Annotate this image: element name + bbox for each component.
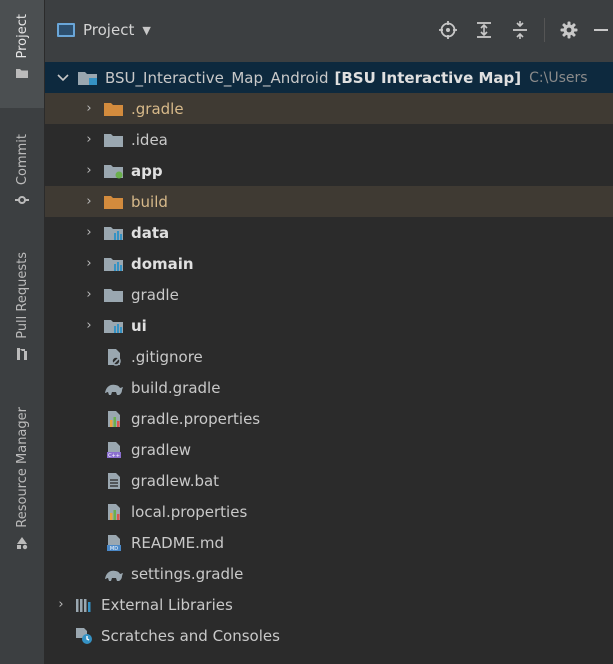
strip-tab-commit-label: Commit <box>14 134 30 186</box>
chevron-right-icon[interactable]: › <box>81 163 97 178</box>
chevron-down-icon[interactable] <box>55 73 71 82</box>
strip-tab-commit[interactable]: Commit <box>0 130 44 220</box>
chevron-right-icon[interactable]: › <box>81 194 97 209</box>
folder-icon <box>103 131 125 149</box>
gradle-file-icon <box>103 565 125 583</box>
tree-item-gradle[interactable]: › gradle <box>45 279 613 310</box>
chevron-right-icon[interactable]: › <box>53 597 69 612</box>
tree-item-scratches[interactable]: Scratches and Consoles <box>45 620 613 651</box>
tree-root[interactable]: BSU_Interactive_Map_Android [BSU Interac… <box>45 62 613 93</box>
gradle-file-icon <box>103 379 125 397</box>
tree-item-gradlew-bat[interactable]: gradlew.bat <box>45 465 613 496</box>
tree-item-label: Scratches and Consoles <box>101 626 280 645</box>
resource-manager-icon <box>17 536 28 549</box>
project-tree: BSU_Interactive_Map_Android [BSU Interac… <box>45 62 613 664</box>
chevron-right-icon[interactable]: › <box>81 287 97 302</box>
properties-file-icon <box>103 410 125 428</box>
text-file-icon <box>103 472 125 490</box>
strip-tab-project[interactable]: Project <box>0 0 44 108</box>
chevron-right-icon[interactable]: › <box>81 225 97 240</box>
tree-item-label: data <box>131 223 170 242</box>
chevron-right-icon[interactable]: › <box>81 101 97 116</box>
shell-file-icon: C++ <box>103 441 125 459</box>
tree-item-label: app <box>131 161 163 180</box>
tree-item-label: build <box>131 192 168 211</box>
excluded-folder-icon <box>103 100 125 118</box>
tree-item-data[interactable]: › data <box>45 217 613 248</box>
view-title: Project <box>83 21 135 39</box>
tree-item-settings-gradle[interactable]: settings.gradle <box>45 558 613 589</box>
project-name: BSU_Interactive_Map_Android <box>105 68 329 87</box>
svg-text:C++: C++ <box>108 453 120 459</box>
pull-request-icon <box>17 347 27 360</box>
scratches-icon <box>73 627 95 645</box>
strip-tab-pull-requests[interactable]: Pull Requests <box>0 250 44 380</box>
tree-item-label: gradlew <box>131 440 192 459</box>
tree-item-build-gradle[interactable]: build.gradle <box>45 372 613 403</box>
tree-item-label: .gitignore <box>131 347 203 366</box>
library-module-icon <box>103 317 125 335</box>
chevron-down-icon: ▼ <box>142 23 151 37</box>
tree-item-label: .gradle <box>131 99 184 118</box>
toolbar-separator <box>544 18 545 42</box>
tree-item-dot-gradle[interactable]: › .gradle <box>45 93 613 124</box>
tool-window-icon <box>57 23 75 37</box>
gear-icon[interactable] <box>557 18 581 42</box>
library-module-icon <box>103 224 125 242</box>
module-folder-icon <box>77 69 99 87</box>
app-module-icon <box>103 162 125 180</box>
tree-item-local-properties[interactable]: local.properties <box>45 496 613 527</box>
library-module-icon <box>103 255 125 273</box>
project-module-name: [BSU Interactive Map] <box>334 68 522 87</box>
chevron-right-icon[interactable]: › <box>81 318 97 333</box>
tree-item-label: domain <box>131 254 194 273</box>
excluded-folder-icon <box>103 193 125 211</box>
gitignore-file-icon <box>103 348 125 366</box>
libraries-icon <box>73 596 95 614</box>
tree-item-label: ui <box>131 316 147 335</box>
tree-item-domain[interactable]: › domain <box>45 248 613 279</box>
tree-item-idea[interactable]: › .idea <box>45 124 613 155</box>
expand-all-icon[interactable] <box>472 18 496 42</box>
strip-tab-pull-requests-label: Pull Requests <box>14 252 30 339</box>
tree-item-gradle-properties[interactable]: gradle.properties <box>45 403 613 434</box>
tree-item-label: build.gradle <box>131 378 221 397</box>
tree-item-app[interactable]: › app <box>45 155 613 186</box>
tree-item-external-libraries[interactable]: › External Libraries <box>45 589 613 620</box>
tree-item-label: .idea <box>131 130 168 149</box>
commit-icon <box>15 196 29 205</box>
tree-item-ui[interactable]: › ui <box>45 310 613 341</box>
chevron-right-icon[interactable]: › <box>81 132 97 147</box>
tree-item-label: README.md <box>131 533 225 552</box>
view-selector[interactable]: Project ▼ <box>57 21 151 39</box>
tree-item-label: External Libraries <box>101 595 233 614</box>
tree-item-label: gradle <box>131 285 179 304</box>
project-toolbar: Project ▼ <box>45 0 613 63</box>
tree-item-label: gradle.properties <box>131 409 261 428</box>
locate-icon[interactable] <box>436 18 460 42</box>
strip-tab-resource-manager[interactable]: Resource Manager <box>0 405 44 580</box>
tree-item-readme[interactable]: MD README.md <box>45 527 613 558</box>
project-path: C:\Users <box>529 69 588 86</box>
folder-icon <box>16 69 28 79</box>
minimize-icon[interactable] <box>589 18 613 42</box>
strip-tab-project-label: Project <box>14 14 30 59</box>
tree-item-gitignore[interactable]: .gitignore <box>45 341 613 372</box>
tool-window-strip: Project Commit Pull Requests Resource Ma… <box>0 0 45 664</box>
strip-tab-resource-manager-label: Resource Manager <box>14 407 30 528</box>
folder-icon <box>103 286 125 304</box>
tree-item-label: settings.gradle <box>131 564 244 583</box>
properties-file-icon <box>103 503 125 521</box>
tree-item-label: local.properties <box>131 502 248 521</box>
chevron-right-icon[interactable]: › <box>81 256 97 271</box>
tree-item-build[interactable]: › build <box>45 186 613 217</box>
collapse-all-icon[interactable] <box>508 18 532 42</box>
svg-text:MD: MD <box>110 546 118 552</box>
tree-item-gradlew[interactable]: C++ gradlew <box>45 434 613 465</box>
markdown-file-icon: MD <box>103 534 125 552</box>
tree-item-label: gradlew.bat <box>131 471 220 490</box>
